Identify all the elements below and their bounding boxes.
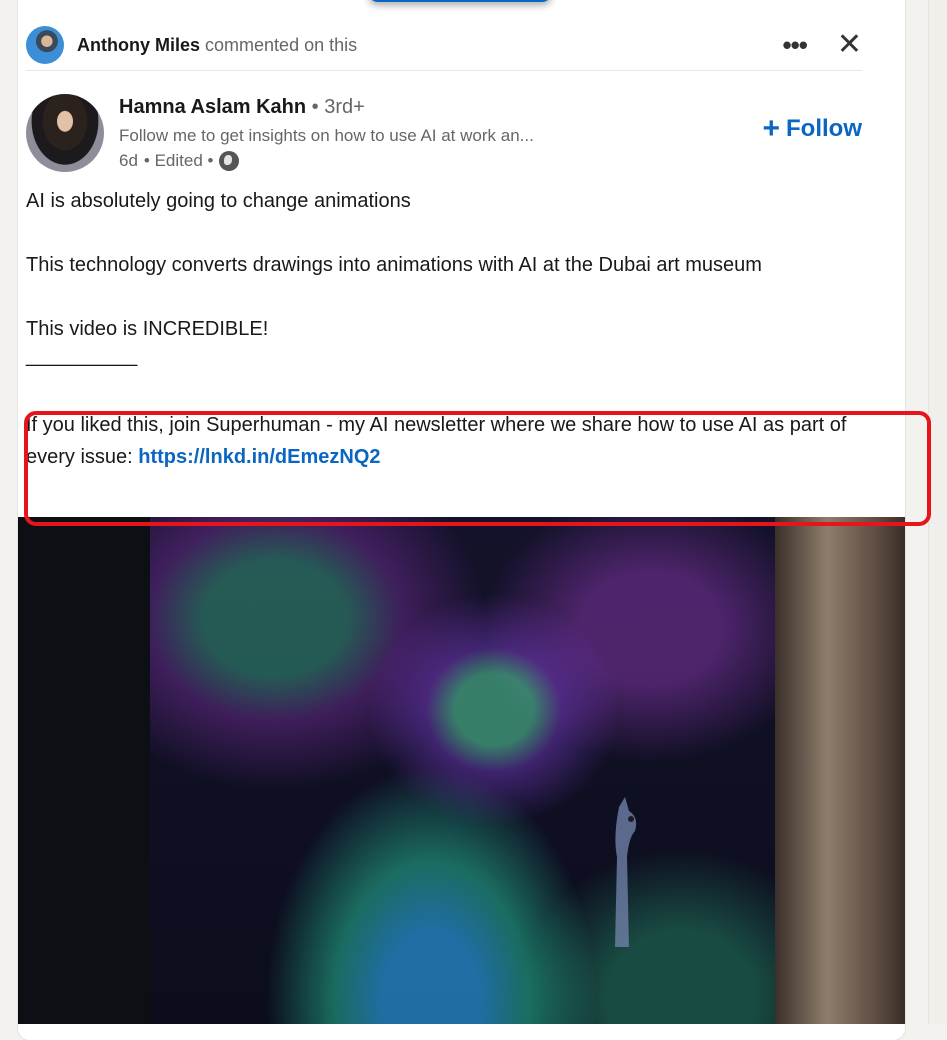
post-video[interactable] [18, 517, 905, 1024]
follow-button[interactable]: + Follow [762, 114, 862, 144]
more-horizontal-icon[interactable]: ••• [783, 32, 808, 58]
connection-degree: • 3rd+ [311, 96, 365, 118]
action-text: commented on this [205, 34, 358, 55]
top-notification-pill[interactable] [368, 0, 552, 2]
video-side-blur [775, 517, 905, 1024]
author-avatar[interactable] [26, 94, 104, 172]
post-line-3: This video is INCREDIBLE! [26, 318, 269, 340]
creature-figure [615, 797, 637, 947]
close-icon[interactable]: ✕ [837, 30, 862, 60]
context-text: Anthony Miles commented on this [77, 35, 357, 56]
highlight-annotation-box [24, 411, 931, 526]
author-headline: Follow me to get insights on how to use … [119, 126, 534, 145]
post-context-header: Anthony Miles commented on this ••• ✕ [26, 20, 862, 71]
author-block: Hamna Aslam Kahn • 3rd+ Follow me to get… [26, 94, 862, 174]
actor-avatar[interactable] [26, 26, 64, 64]
author-name[interactable]: Hamna Aslam Kahn [119, 96, 306, 118]
author-info: Hamna Aslam Kahn • 3rd+ Follow me to get… [119, 94, 534, 174]
plus-icon: + [762, 112, 781, 145]
actor-name[interactable]: Anthony Miles [77, 35, 200, 55]
follow-label: Follow [786, 115, 862, 142]
post-line-2: This technology converts drawings into a… [26, 254, 762, 276]
edited-label: • Edited • [143, 151, 214, 170]
globe-icon [219, 151, 240, 171]
separator-line: __________ [26, 345, 138, 367]
header-actions: ••• ✕ [783, 30, 862, 60]
post-meta: 6d • Edited • [119, 151, 534, 171]
post-line-1: AI is absolutely going to change animati… [26, 190, 411, 212]
author-name-line: Hamna Aslam Kahn • 3rd+ [119, 96, 534, 119]
post-time: 6d [119, 151, 138, 170]
video-frame[interactable] [150, 517, 775, 1024]
